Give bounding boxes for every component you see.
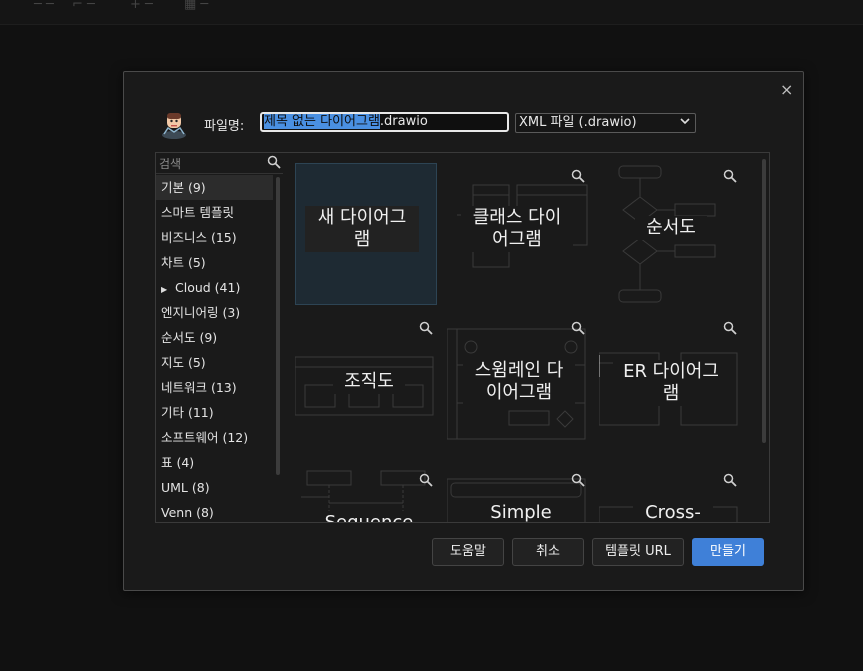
help-button[interactable]: 도움말	[432, 538, 504, 566]
search-input[interactable]: 검색	[159, 155, 181, 172]
category-item-network[interactable]: 네트워크 (13)	[156, 375, 273, 400]
template-title: 순서도	[646, 217, 696, 238]
template-title-line2: 램	[662, 383, 680, 404]
category-item-uml[interactable]: UML (8)	[156, 475, 273, 500]
zoom-icon[interactable]	[571, 321, 585, 335]
category-item-engineering[interactable]: 엔지니어링 (3)	[156, 300, 273, 325]
search-icon[interactable]	[267, 155, 281, 169]
cancel-button[interactable]: 취소	[512, 538, 584, 566]
category-item-smart-templates[interactable]: 스마트 템플릿	[156, 200, 273, 225]
category-panel: 검색 기본 (9) 스마트 템플릿 비즈니스 (15) 차트 (5) ▶ Clou…	[155, 152, 284, 523]
category-item-tables[interactable]: 표 (4)	[156, 450, 273, 475]
template-title-line2: 어그램	[492, 229, 542, 250]
template-tile-org-chart[interactable]: 조직도	[295, 315, 437, 457]
template-url-button[interactable]: 템플릿 URL	[592, 538, 684, 566]
template-title: 새 다이어그	[317, 207, 407, 228]
create-button[interactable]: 만들기	[692, 538, 764, 566]
zoom-icon[interactable]	[723, 321, 737, 335]
zoom-icon[interactable]	[419, 321, 433, 335]
app-toolbar: ─ ─ ⌐ ─ + ─ ▦ ─	[0, 0, 863, 25]
zoom-icon[interactable]	[571, 473, 585, 487]
template-tile-swimlane[interactable]: 스윔레인 다 이어그램	[447, 315, 589, 457]
search-box[interactable]: 검색	[156, 153, 283, 174]
zoom-icon[interactable]	[723, 169, 737, 183]
template-tile-blank[interactable]: 새 다이어그 램	[295, 163, 437, 305]
category-item-cloud[interactable]: ▶ Cloud (41)	[156, 275, 273, 300]
toolbar-shape-icon[interactable]: ─ ─	[34, 0, 54, 11]
template-title: Simple	[490, 502, 552, 523]
template-title: ER 다이어그	[623, 361, 719, 382]
file-format-value: XML 파일 (.drawio)	[519, 115, 637, 130]
filename-selected-text: 제목 없는 다이어그램	[264, 114, 380, 129]
template-tile-sequence[interactable]: Sequence	[295, 467, 437, 523]
close-icon[interactable]: ×	[780, 80, 793, 99]
template-title: 스윔레인 다	[474, 360, 564, 381]
template-tile-class-diagram[interactable]: 클래스 다이 어그램	[447, 163, 589, 305]
category-item-maps[interactable]: 지도 (5)	[156, 350, 273, 375]
category-item-other[interactable]: 기타 (11)	[156, 400, 273, 425]
toolbar-insert-icon[interactable]: + ─	[130, 0, 153, 11]
template-tile-flowchart[interactable]: 순서도	[599, 163, 741, 305]
template-scrollbar[interactable]	[762, 159, 766, 443]
file-format-select[interactable]: XML 파일 (.drawio)	[515, 113, 696, 133]
zoom-icon[interactable]	[419, 473, 433, 487]
toolbar-waypoint-icon[interactable]: ⌐ ─	[72, 0, 95, 11]
template-title-line2: 이어그램	[485, 382, 553, 403]
template-title-line2: 램	[353, 229, 371, 250]
template-title: 조직도	[344, 371, 394, 392]
category-list: 기본 (9) 스마트 템플릿 비즈니스 (15) 차트 (5) ▶ Cloud (…	[156, 175, 273, 522]
category-item-software[interactable]: 소프트웨어 (12)	[156, 425, 273, 450]
new-diagram-dialog: × 파일명: 제목 없는 다이어그램.drawio XML 파일 (.drawi…	[123, 71, 804, 591]
template-title: Sequence	[324, 512, 414, 523]
toolbar-table-icon[interactable]: ▦ ─	[184, 0, 208, 11]
category-item-venn[interactable]: Venn (8)	[156, 500, 273, 522]
filename-input[interactable]: 제목 없는 다이어그램.drawio	[260, 112, 509, 132]
template-title: Cross-	[645, 502, 701, 523]
category-scrollbar[interactable]	[276, 177, 280, 475]
expand-arrow-icon[interactable]: ▶	[161, 277, 175, 302]
template-tile-simple[interactable]: Simple	[447, 467, 589, 523]
category-item-flowcharts[interactable]: 순서도 (9)	[156, 325, 273, 350]
category-item-business[interactable]: 비즈니스 (15)	[156, 225, 273, 250]
category-item-charts[interactable]: 차트 (5)	[156, 250, 273, 275]
template-tile-cross-functional[interactable]: Cross-	[599, 467, 741, 523]
template-title: 클래스 다이	[472, 207, 562, 228]
drawio-mascot-icon	[162, 113, 186, 139]
zoom-icon[interactable]	[723, 473, 737, 487]
template-tile-er-diagram[interactable]: ER 다이어그 램	[599, 315, 741, 457]
zoom-icon[interactable]	[571, 169, 585, 183]
filename-extension: .drawio	[379, 114, 428, 129]
category-item-basic[interactable]: 기본 (9)	[156, 175, 273, 200]
filename-label: 파일명:	[204, 119, 245, 134]
chevron-down-icon	[680, 118, 690, 125]
template-grid: 새 다이어그 램 클래스 다이 어그램 순서도 조직도 스윔레인 다 이어그램 …	[283, 152, 770, 523]
